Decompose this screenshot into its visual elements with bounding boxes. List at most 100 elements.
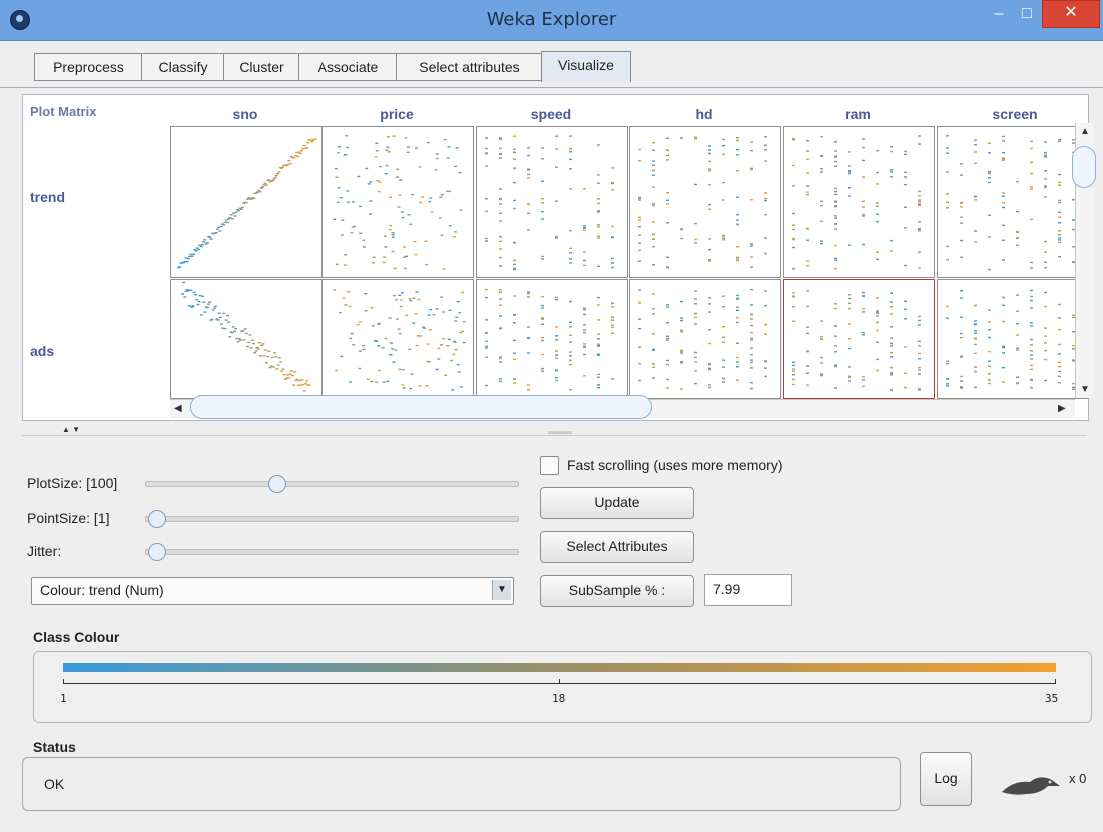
scroll-left-arrow-icon[interactable]: ◀	[174, 403, 182, 414]
plot-point	[288, 162, 292, 165]
plot-point	[750, 168, 753, 170]
plot-cell-ads-speed[interactable]	[476, 279, 628, 399]
fast-scrolling-checkbox[interactable]	[540, 456, 559, 475]
plot-point	[638, 160, 641, 162]
plot-point	[708, 160, 711, 163]
scroll-up-arrow-icon[interactable]: ▲	[1080, 126, 1090, 137]
plot-point	[694, 238, 697, 241]
plot-cell-trend-sno[interactable]	[170, 126, 322, 278]
maximize-button[interactable]: □	[1008, 2, 1046, 28]
plot-cell-trend-hd[interactable]	[629, 126, 781, 278]
plot-point	[401, 216, 405, 219]
log-button[interactable]: Log	[920, 752, 972, 806]
plot-point	[820, 320, 823, 322]
horizontal-scroll-thumb[interactable]	[190, 395, 652, 419]
point-size-slider[interactable]	[145, 510, 519, 528]
scroll-right-arrow-icon[interactable]: ▶	[1058, 403, 1066, 414]
plot-point	[722, 366, 725, 368]
select-attributes-button[interactable]: Select Attributes	[540, 531, 694, 563]
plot-point	[485, 340, 488, 343]
plot-point	[335, 176, 339, 178]
plot-size-slider-knob[interactable]	[268, 475, 287, 493]
plot-cell-ads-screen[interactable]	[937, 279, 1089, 399]
plot-point	[597, 265, 600, 267]
plot-point	[1044, 152, 1047, 154]
tab-associate[interactable]: Associate	[298, 53, 398, 81]
plot-point	[382, 261, 386, 264]
weka-bird-icon	[1002, 777, 1060, 795]
plot-point	[392, 361, 396, 363]
close-button[interactable]: ✕	[1042, 0, 1100, 28]
plot-point	[513, 267, 516, 269]
plot-point	[1002, 296, 1005, 298]
splitter-handle[interactable]	[548, 431, 572, 434]
plot-point	[890, 352, 893, 354]
plot-cell-ads-sno[interactable]	[170, 279, 322, 399]
plot-cell-ads-hd[interactable]	[629, 279, 781, 399]
plot-point	[736, 259, 739, 262]
tab-cluster[interactable]: Cluster	[223, 53, 300, 81]
plot-cell-ads-price[interactable]	[322, 279, 474, 399]
plot-point	[1044, 251, 1047, 253]
tab-classify[interactable]: Classify	[141, 53, 225, 81]
plot-point	[499, 188, 502, 190]
plot-point	[583, 225, 586, 227]
subsample-button[interactable]: SubSample % :	[540, 575, 694, 607]
plot-point	[638, 249, 641, 251]
plot-point	[988, 181, 991, 184]
plot-point	[375, 150, 379, 152]
plot-point	[224, 319, 228, 321]
splitter-arrows-icon[interactable]: ▲ ▼	[62, 425, 80, 434]
tab-visualize[interactable]: Visualize	[541, 51, 631, 82]
plot-point	[364, 310, 368, 312]
plot-point	[792, 320, 795, 322]
plot-point	[764, 192, 767, 194]
plot-point	[792, 378, 795, 381]
plot-point	[499, 289, 502, 291]
plot-point	[820, 362, 823, 364]
plot-point	[918, 358, 921, 360]
plot-point	[792, 137, 795, 140]
plot-point	[680, 137, 683, 139]
plot-point	[383, 256, 387, 258]
plot-point	[750, 266, 753, 268]
plot-point	[1058, 365, 1061, 368]
plot-cell-trend-speed[interactable]	[476, 126, 628, 278]
scroll-down-arrow-icon[interactable]: ▼	[1080, 384, 1090, 395]
plot-cell-trend-ram[interactable]	[783, 126, 935, 278]
plot-size-slider[interactable]	[145, 475, 519, 493]
plot-point	[462, 341, 466, 344]
tab-select-attributes[interactable]: Select attributes	[396, 53, 543, 81]
plot-point	[350, 332, 354, 335]
plot-cell-ads-ram[interactable]	[783, 279, 935, 399]
subsample-input[interactable]: 7.99	[704, 574, 792, 606]
tab-preprocess[interactable]: Preprocess	[34, 53, 143, 81]
plot-point	[806, 264, 809, 267]
plot-cell-trend-price[interactable]	[322, 126, 474, 278]
plot-point	[499, 157, 502, 159]
plot-point	[499, 298, 502, 300]
plot-point	[764, 237, 767, 239]
plot-point	[334, 167, 338, 170]
plot-point	[541, 307, 544, 309]
jitter-slider[interactable]	[145, 543, 519, 561]
plot-point	[440, 296, 443, 298]
plot-point	[736, 379, 739, 381]
colour-select[interactable]: Colour: trend (Num) ▼	[31, 577, 514, 605]
jitter-slider-knob[interactable]	[148, 543, 166, 561]
plot-cell-trend-screen[interactable]	[937, 126, 1089, 278]
plot-point	[597, 304, 600, 306]
plot-point	[1002, 304, 1005, 306]
plot-point	[513, 181, 516, 184]
update-button[interactable]: Update	[540, 487, 694, 519]
vertical-scroll-thumb[interactable]	[1072, 146, 1096, 188]
plot-point	[708, 384, 711, 386]
point-size-slider-knob[interactable]	[148, 510, 166, 528]
plot-point	[440, 344, 443, 346]
plot-point	[597, 224, 600, 226]
plot-point	[1058, 211, 1061, 213]
plot-point	[569, 300, 572, 303]
plot-point	[181, 293, 184, 295]
chevron-down-icon[interactable]: ▼	[492, 580, 511, 600]
plot-point	[266, 355, 270, 358]
